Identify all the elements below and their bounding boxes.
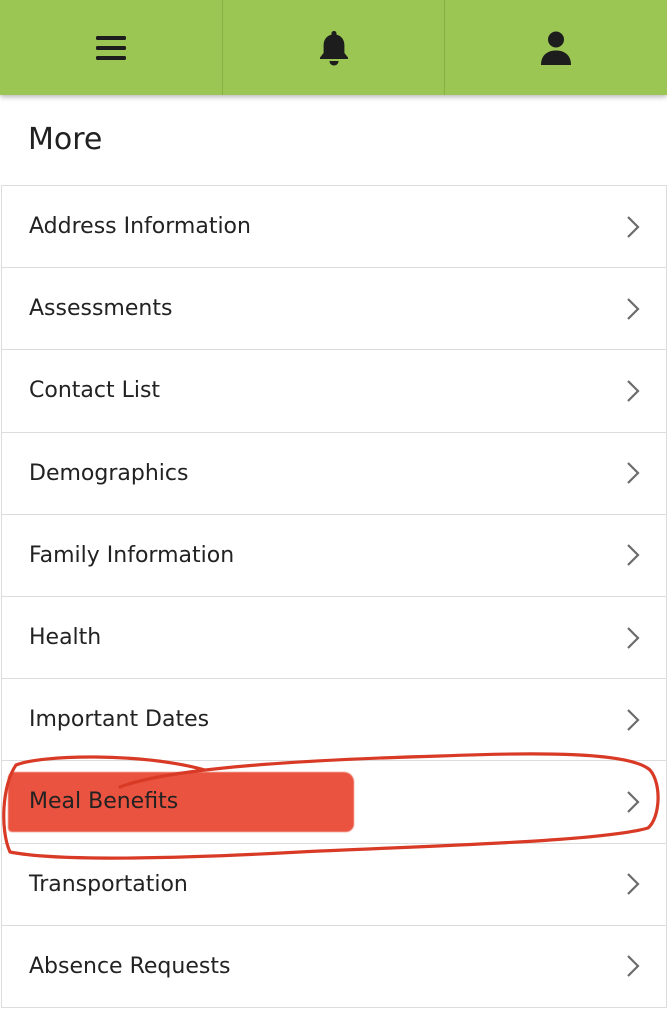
chevron-right-icon <box>627 626 640 649</box>
user-icon <box>541 31 572 65</box>
chevron-right-icon <box>627 708 640 731</box>
menu-item-contact-list[interactable]: Contact List <box>2 350 666 433</box>
chevron-right-icon <box>627 380 640 402</box>
menu-item-transportation[interactable]: Transportation <box>2 844 666 926</box>
menu-item-address-information[interactable]: Address Information <box>2 186 666 269</box>
menu-button[interactable] <box>0 0 223 95</box>
menu-item-demographics[interactable]: Demographics <box>2 433 666 515</box>
chevron-right-icon <box>627 544 640 567</box>
menu-item-family-information[interactable]: Family Information <box>2 515 666 597</box>
menu-item-label: Meal Benefits <box>29 789 179 815</box>
chevron-right-icon <box>627 791 640 813</box>
menu-item-label: Absence Requests <box>29 953 231 979</box>
more-menu-list: Address Information Assessments Contact … <box>1 185 667 1008</box>
menu-item-label: Family Information <box>29 542 235 568</box>
menu-item-label: Assessments <box>29 296 173 322</box>
menu-item-label: Important Dates <box>29 707 210 733</box>
chevron-right-icon <box>627 298 640 320</box>
hamburger-menu-icon <box>95 35 126 60</box>
chevron-right-icon <box>627 215 640 238</box>
profile-button[interactable] <box>445 0 667 95</box>
menu-item-label: Demographics <box>29 460 189 486</box>
top-navigation-bar <box>0 0 667 95</box>
page-title: More <box>28 122 103 157</box>
menu-item-health[interactable]: Health <box>2 597 666 680</box>
bell-icon <box>319 30 348 65</box>
menu-item-label: Health <box>29 625 102 651</box>
menu-item-label: Contact List <box>29 378 161 404</box>
menu-item-absence-requests[interactable]: Absence Requests <box>2 926 666 1008</box>
chevron-right-icon <box>627 873 640 895</box>
chevron-right-icon <box>627 462 640 484</box>
chevron-right-icon <box>627 955 640 978</box>
menu-item-important-dates[interactable]: Important Dates <box>2 679 666 762</box>
notifications-button[interactable] <box>223 0 446 95</box>
menu-item-assessments[interactable]: Assessments <box>2 268 666 351</box>
menu-item-label: Transportation <box>29 871 188 897</box>
menu-item-label: Address Information <box>29 214 251 240</box>
